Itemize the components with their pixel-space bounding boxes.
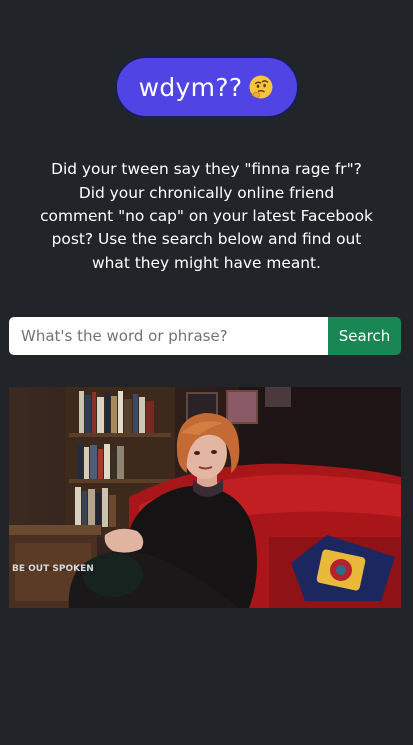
- video-watermark: BE OUT SPOKEN: [12, 564, 94, 574]
- thinking-face-icon: [248, 74, 274, 100]
- search-input[interactable]: [9, 317, 328, 355]
- video-thumbnail[interactable]: BE OUT SPOKEN: [9, 387, 401, 608]
- header: wdym??: [0, 56, 413, 118]
- logo: wdym??: [114, 56, 299, 118]
- intro-text: Did your tween say they "finna rage fr"?…: [40, 160, 373, 272]
- logo-text: wdym??: [138, 72, 243, 102]
- search-form: Search: [9, 317, 401, 355]
- search-button[interactable]: Search: [328, 317, 401, 355]
